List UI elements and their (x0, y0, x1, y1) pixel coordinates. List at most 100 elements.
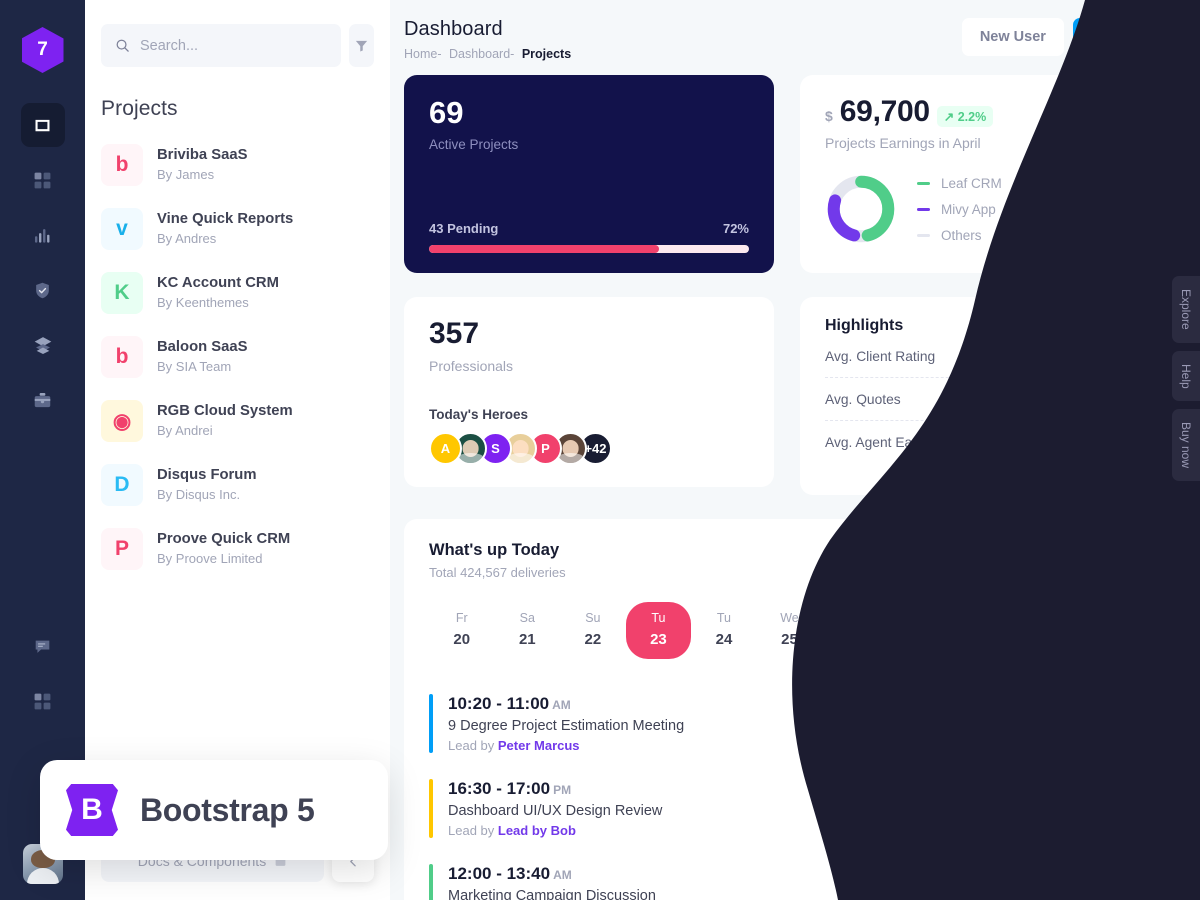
grid-icon (34, 172, 51, 188)
table-row[interactable]: 10:20 - 11:00 AM 9 Degree Project Estimat… (429, 681, 1150, 766)
filter-button[interactable] (349, 24, 374, 67)
search-box[interactable] (101, 24, 341, 67)
event-lead-name[interactable]: Lead by Bob (498, 823, 576, 838)
event-time: 10:20 - 11:00 AM (448, 694, 684, 714)
project-name: Vine Quick Reports (157, 211, 294, 228)
project-name: Proove Quick CRM (157, 531, 291, 548)
side-tab-buy-now[interactable]: Buy now (1172, 409, 1200, 482)
rail-item-layers[interactable] (21, 323, 65, 367)
professionals-card: 357 Professionals Today's Heroes A S P +42 (404, 297, 774, 487)
grid-icon (34, 693, 51, 709)
day-cell[interactable]: Th 26 (822, 602, 888, 659)
day-number: 24 (715, 631, 733, 648)
rail-item-chart[interactable] (21, 213, 65, 257)
list-item[interactable]: b Briviba SaaS By James (101, 133, 374, 197)
event-view-button[interactable]: View (1081, 866, 1150, 900)
table-row[interactable]: 12:00 - 13:40 AM Marketing Campaign Discu… (429, 851, 1150, 900)
donut-chart (827, 175, 895, 243)
avatar-initial[interactable]: A (429, 432, 462, 465)
project-owner: By Proove Limited (157, 551, 263, 567)
legend-dash-icon (917, 207, 930, 211)
day-cell[interactable]: Tu 24 (691, 602, 757, 659)
day-cell[interactable]: Fr 20 (429, 602, 495, 659)
rail-item-shield[interactable] (21, 268, 65, 312)
rail-item-briefcase[interactable] (21, 378, 65, 422)
search-input[interactable] (140, 37, 327, 54)
project-owner: By Andrei (157, 423, 213, 439)
pending-label: 43 Pending (429, 221, 499, 236)
side-tab-explore[interactable]: Explore (1172, 276, 1200, 343)
event-view-button[interactable]: View (1081, 790, 1150, 827)
list-item[interactable]: D Disqus Forum By Disqus Inc. (101, 453, 374, 517)
rail-item-grid[interactable] (21, 158, 65, 202)
event-time-range: 16:30 - 17:00 (448, 779, 551, 798)
trend-up-icon: ↗ (1086, 348, 1098, 363)
day-selector[interactable]: Fr 20 Sa 21 Su 22 Tu 23 Tu 24 We 25 Th 26 Fri 27 Sa 28 Su 2… (429, 602, 1150, 659)
rail-item-chat[interactable] (21, 624, 65, 668)
day-cell[interactable]: Mo 30 (1084, 602, 1150, 659)
day-number: 21 (518, 631, 536, 648)
active-projects-label: Active Projects (429, 137, 519, 152)
legend-dash-icon (917, 181, 930, 185)
legend-row: Mivy App $2,820 (917, 202, 1150, 217)
day-of-week: Th (847, 611, 863, 625)
list-item[interactable]: v Vine Quick Reports By Andres (101, 197, 374, 261)
event-body: 10:20 - 11:00 AM 9 Degree Project Estimat… (448, 694, 684, 753)
page-title: Dashboard (404, 18, 503, 40)
earnings-subtitle: Projects Earnings in April (825, 135, 981, 151)
project-name: Disqus Forum (157, 467, 257, 484)
new-goal-button[interactable]: New Goal (1072, 18, 1175, 56)
side-tab-group: Explore Help Buy now (1172, 276, 1200, 482)
whats-up-title-block: What's up Today Total 424,567 deliveries (429, 541, 566, 580)
list-item[interactable]: K KC Account CRM By Keenthemes (101, 261, 374, 325)
event-view-button[interactable]: View (1081, 705, 1150, 742)
project-owner: By Disqus Inc. (157, 487, 241, 503)
event-title: Dashboard UI/UX Design Review (448, 803, 663, 819)
cards-grid: 69 Active Projects 43 Pending 72% 357 Pr… (390, 61, 1200, 495)
rail-item-grid-2[interactable] (21, 679, 65, 723)
legend-row: Leaf CRM $7,660 (917, 176, 1150, 191)
active-projects-count: 69 (429, 95, 464, 130)
project-name: RGB Cloud System (157, 403, 293, 420)
highlight-denominator: /10 (1130, 348, 1150, 364)
day-cell[interactable]: Su 22 (560, 602, 626, 659)
earnings-legend: Leaf CRM $7,660 Mivy App $2,820 Others $… (917, 176, 1150, 243)
day-cell[interactable]: Sa 28 (953, 602, 1019, 659)
chat-icon (35, 640, 50, 653)
day-of-week: Su (1044, 611, 1060, 625)
table-row[interactable]: 16:30 - 17:00 PM Dashboard UI/UX Design R… (429, 766, 1150, 851)
breadcrumb-dashboard[interactable]: Dashboard- (449, 47, 514, 61)
trend-down-icon: ↙ (1108, 391, 1120, 406)
list-item[interactable]: b Baloon SaaS By SIA Team (101, 325, 374, 389)
day-cell[interactable]: Fri 27 (888, 602, 954, 659)
event-lead-name[interactable]: Peter Marcus (498, 738, 580, 753)
list-item[interactable]: P Proove Quick CRM By Proove Limited (101, 517, 374, 581)
side-tab-help[interactable]: Help (1172, 350, 1200, 402)
progress-track (429, 245, 749, 253)
event-color-bar (429, 864, 433, 900)
app-logo[interactable]: 7 (21, 27, 64, 73)
day-cell[interactable]: Tu 23 (625, 602, 692, 659)
earnings-card: $ 69,700 ↗ 2.2% Projects Earnings in Apr… (800, 75, 1175, 273)
day-cell[interactable]: Su 29 (1019, 602, 1085, 659)
day-cell[interactable]: Sa 21 (495, 602, 561, 659)
breadcrumb-home[interactable]: Home- (404, 47, 442, 61)
new-user-button[interactable]: New User (961, 18, 1064, 56)
search-row (85, 0, 390, 67)
event-ampm: AM (553, 868, 572, 882)
day-cell[interactable]: We 25 (757, 602, 823, 659)
day-of-week: Su (585, 611, 601, 625)
title-block: Dashboard Home- Dashboard- Projects (404, 18, 575, 61)
day-number: 28 (977, 631, 995, 648)
event-time: 16:30 - 17:00 PM (448, 779, 662, 799)
report-center-button[interactable]: Report Cecnter (1020, 541, 1150, 579)
rail-item-cube[interactable] (20, 103, 65, 147)
project-logo: D (101, 464, 143, 506)
bootstrap-logo-icon: B (66, 784, 118, 836)
list-item[interactable]: ◉ RGB Cloud System By Andrei (101, 389, 374, 453)
heroes-avatar-group[interactable]: A S P +42 (429, 432, 749, 465)
trend-up-icon: ↗ (1089, 434, 1101, 449)
event-body: 16:30 - 17:00 PM Dashboard UI/UX Design R… (448, 779, 662, 838)
left-column: 69 Active Projects 43 Pending 72% 357 Pr… (404, 75, 774, 495)
event-lead-prefix: Lead by (448, 823, 495, 838)
